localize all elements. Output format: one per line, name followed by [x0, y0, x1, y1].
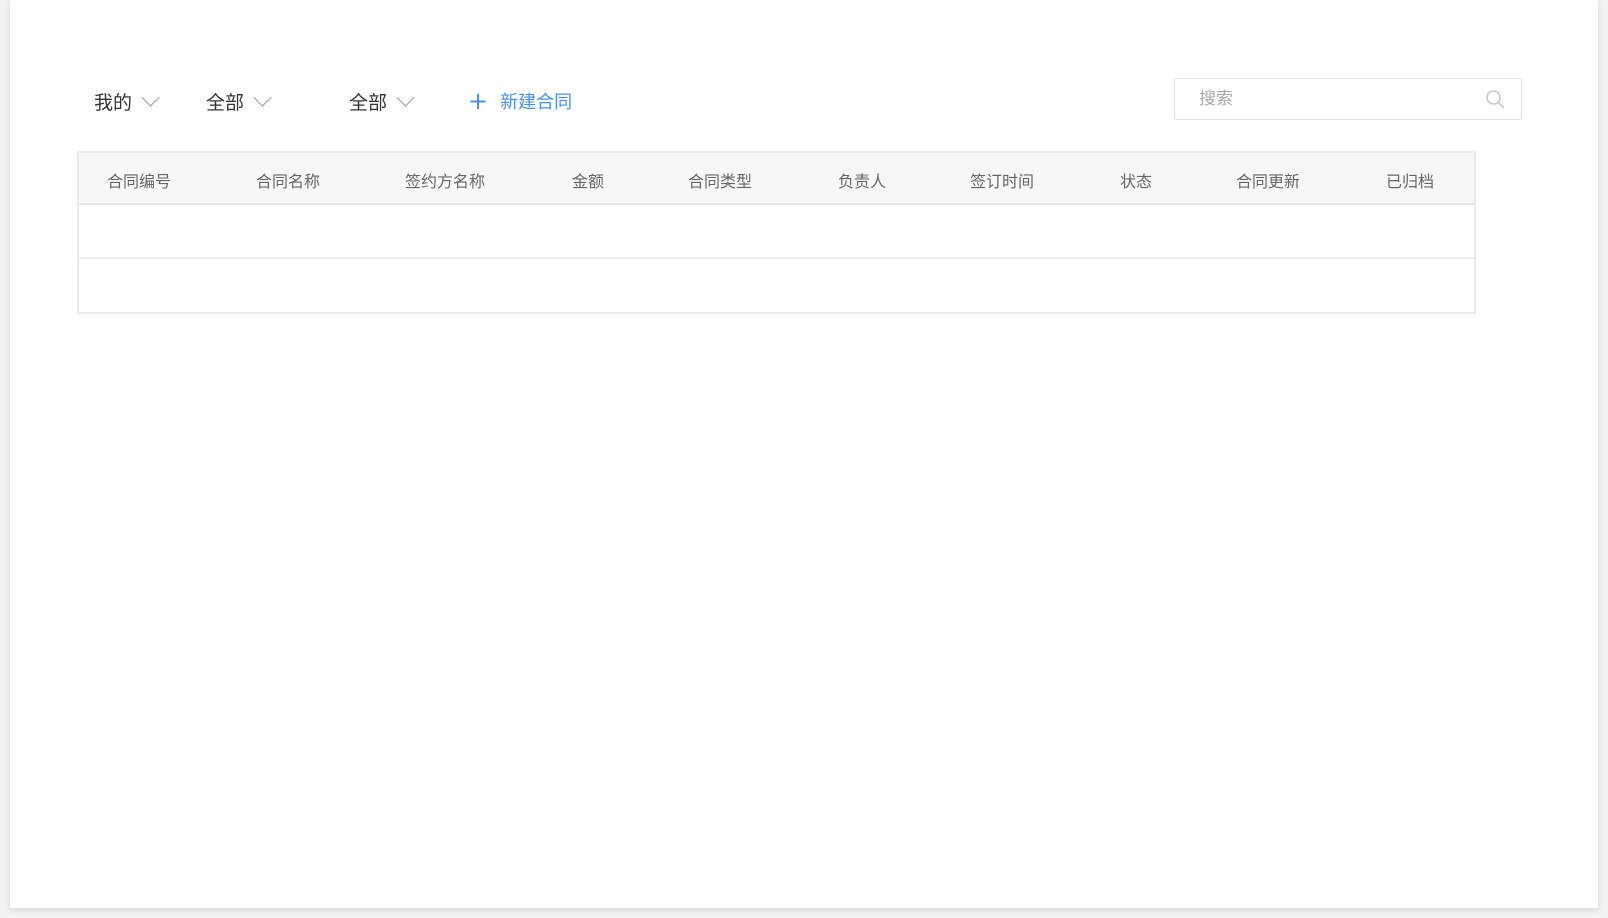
filter-label: 我的: [94, 92, 133, 114]
filter-label: 全部: [206, 92, 245, 114]
table-row[interactable]: [79, 205, 1474, 259]
column-header-contract-update[interactable]: 合同更新: [1236, 168, 1300, 192]
column-header-archived[interactable]: 已归档: [1386, 168, 1434, 192]
filter-all-dropdown-1[interactable]: 全部: [206, 88, 272, 115]
contract-page: 我的 全部 全部 + 新建合同 合同编号 合同名称 签约方名称 金: [10, 0, 1598, 908]
column-header-contract-no[interactable]: 合同编号: [107, 168, 171, 192]
toolbar: 我的 全部 全部 + 新建合同: [84, 76, 1524, 124]
contract-table: 合同编号 合同名称 签约方名称 金额 合同类型 负责人 签订时间 状态 合同更新…: [77, 151, 1476, 314]
column-header-amount[interactable]: 金额: [572, 168, 604, 192]
column-header-contract-type[interactable]: 合同类型: [688, 168, 752, 192]
chevron-down-icon: [141, 88, 160, 107]
chevron-down-icon: [253, 88, 272, 107]
filter-all-dropdown-2[interactable]: 全部: [349, 88, 415, 115]
column-header-sign-time[interactable]: 签订时间: [970, 168, 1034, 192]
column-header-owner[interactable]: 负责人: [838, 168, 886, 192]
table-header: 合同编号 合同名称 签约方名称 金额 合同类型 负责人 签订时间 状态 合同更新…: [79, 153, 1474, 205]
column-header-status[interactable]: 状态: [1120, 168, 1152, 192]
search-input[interactable]: [1175, 79, 1489, 118]
new-contract-label: 新建合同: [500, 92, 573, 113]
new-contract-button[interactable]: + 新建合同: [468, 88, 572, 114]
column-header-party-name[interactable]: 签约方名称: [405, 168, 485, 192]
chevron-down-icon: [396, 88, 415, 107]
table-row[interactable]: [79, 259, 1474, 313]
filter-label: 全部: [349, 92, 388, 114]
filter-mine-dropdown[interactable]: 我的: [94, 88, 160, 115]
search-icon[interactable]: [1485, 89, 1505, 109]
plus-icon: +: [468, 87, 489, 115]
column-header-contract-name[interactable]: 合同名称: [256, 168, 320, 192]
search-box: [1174, 78, 1522, 120]
